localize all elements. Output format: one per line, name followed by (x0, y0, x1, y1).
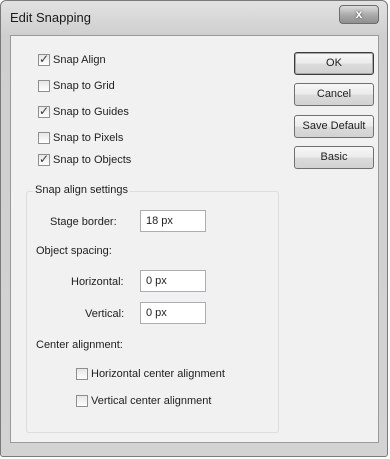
ok-button[interactable]: OK (294, 52, 374, 75)
checkbox-box[interactable]: ✓ (38, 52, 50, 66)
group-label: Snap align settings (33, 184, 130, 196)
horizontal-spacing-field[interactable] (140, 270, 206, 292)
object-spacing-label: Object spacing: (36, 245, 112, 257)
dialog-title: Edit Snapping (10, 10, 91, 25)
center-alignment-label: Center alignment: (36, 339, 123, 351)
horizontal-center-alignment-checkbox[interactable]: Horizontal center alignment (76, 366, 225, 382)
checkbox-box[interactable] (38, 132, 50, 144)
snap-align-checkbox[interactable]: ✓ Snap Align (38, 52, 106, 68)
checkbox-box[interactable]: ✓ (38, 104, 50, 118)
checkbox-label: Snap to Pixels (53, 132, 124, 144)
checkbox-box[interactable]: ✓ (38, 152, 50, 166)
checkbox-label: Snap to Objects (53, 154, 132, 166)
horizontal-spacing-label: Horizontal: (71, 276, 124, 288)
close-icon: x (355, 7, 363, 21)
title-bar[interactable]: Edit Snapping x (1, 1, 387, 35)
checkmark-icon: ✓ (39, 52, 50, 66)
close-button[interactable]: x (339, 5, 379, 24)
vertical-center-alignment-checkbox[interactable]: Vertical center alignment (76, 393, 211, 409)
snap-to-pixels-checkbox[interactable]: Snap to Pixels (38, 130, 123, 146)
stage-border-label: Stage border: (50, 216, 117, 228)
stage-border-field[interactable] (140, 210, 206, 232)
snap-to-guides-checkbox[interactable]: ✓ Snap to Guides (38, 104, 129, 120)
checkbox-box[interactable] (76, 395, 88, 407)
checkbox-label: Vertical center alignment (91, 395, 212, 407)
basic-button[interactable]: Basic (294, 146, 374, 169)
checkbox-label: Snap Align (53, 54, 106, 66)
edit-snapping-dialog: Edit Snapping x ✓ Snap Align Snap to Gri… (0, 0, 388, 457)
checkbox-box[interactable] (38, 80, 50, 92)
dialog-body: ✓ Snap Align Snap to Grid ✓ Snap to Guid… (10, 35, 379, 443)
snap-to-objects-checkbox[interactable]: ✓ Snap to Objects (38, 152, 131, 168)
checkbox-label: Horizontal center alignment (91, 368, 225, 380)
checkbox-box[interactable] (76, 368, 88, 380)
checkbox-label: Snap to Grid (53, 80, 115, 92)
vertical-spacing-field[interactable] (140, 302, 206, 324)
vertical-spacing-label: Vertical: (85, 308, 125, 320)
snap-to-grid-checkbox[interactable]: Snap to Grid (38, 78, 115, 94)
save-default-button[interactable]: Save Default (294, 115, 374, 138)
checkbox-label: Snap to Guides (53, 106, 129, 118)
checkmark-icon: ✓ (39, 104, 50, 118)
cancel-button[interactable]: Cancel (294, 83, 374, 106)
checkmark-icon: ✓ (39, 152, 50, 166)
